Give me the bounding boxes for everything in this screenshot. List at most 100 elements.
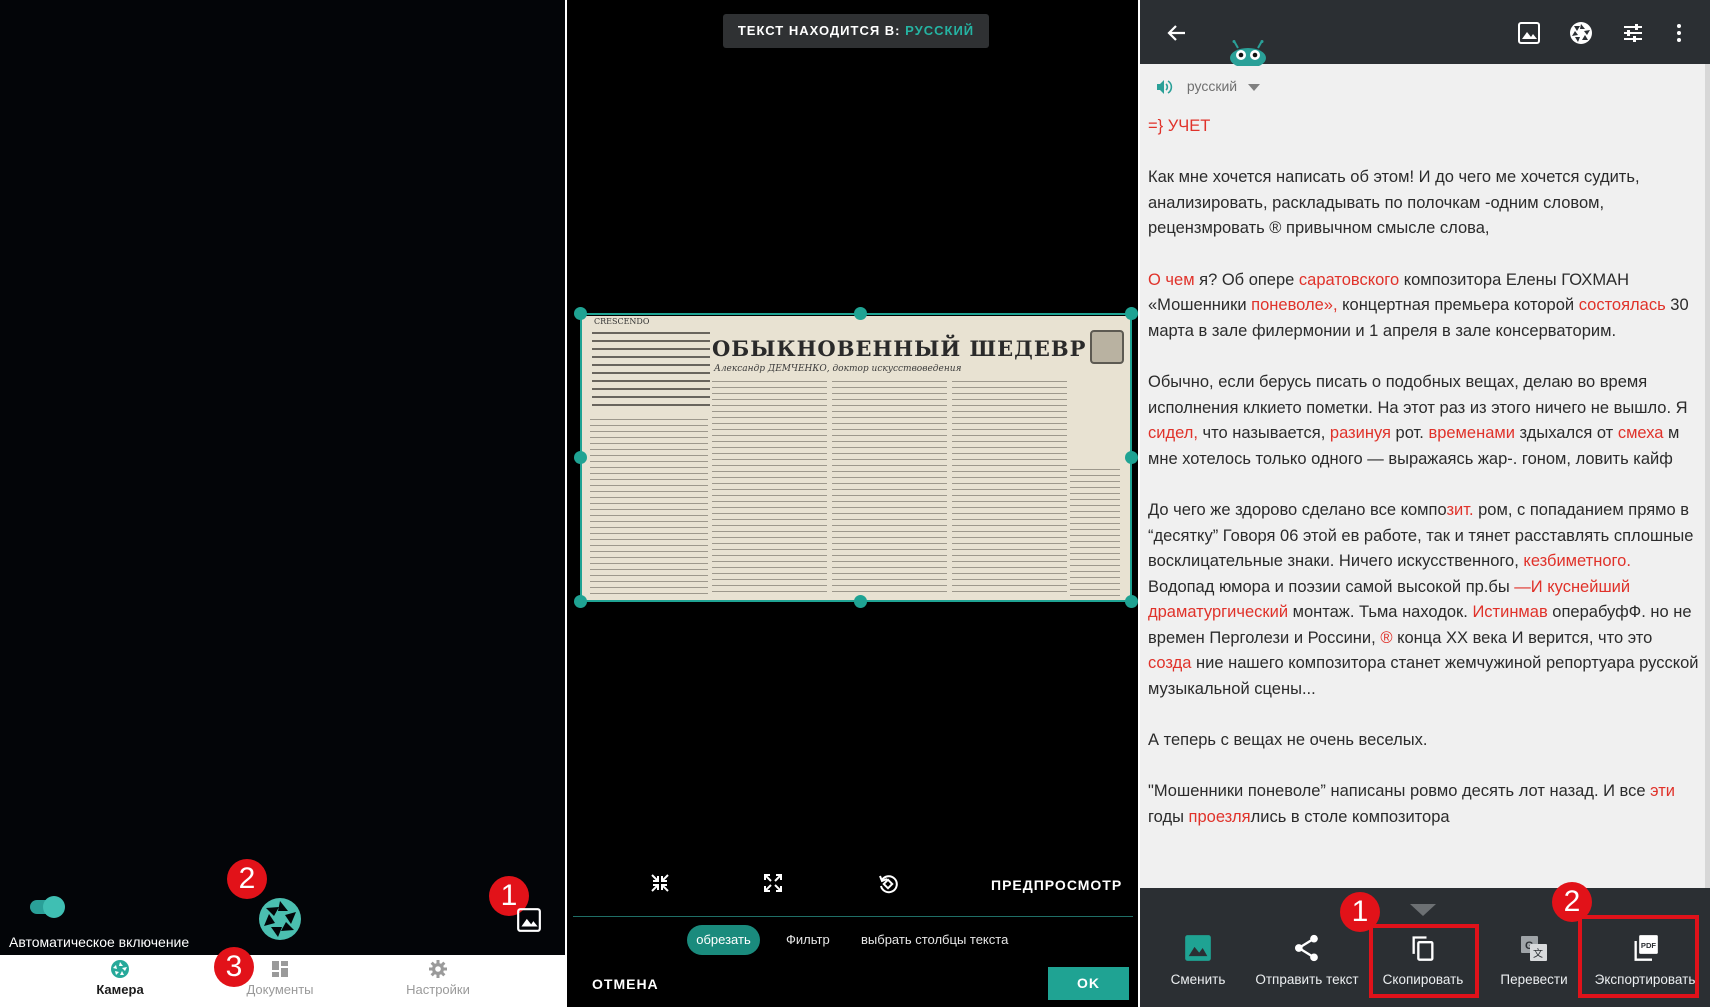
- ocr-paragraph: О чем я? Об опере саратовского композито…: [1148, 268, 1700, 345]
- ocr-uncertain-word: =} УЧЕТ: [1148, 117, 1211, 135]
- crop-handle[interactable]: [854, 595, 867, 608]
- share-icon: [1294, 934, 1318, 962]
- step-badge-copy: 1: [1340, 892, 1380, 932]
- ocr-paragraph: "Мошенники поневоле” написаны ровмо деся…: [1148, 779, 1700, 830]
- more-vert-icon[interactable]: [1667, 21, 1691, 45]
- crop-handle[interactable]: [1125, 595, 1138, 608]
- ocr-text-run: Обычно, если берусь писать о подобных ве…: [1148, 372, 1688, 417]
- ocr-paragraph: Обычно, если берусь писать о подобных ве…: [1148, 370, 1700, 472]
- rotate-icon[interactable]: [877, 873, 899, 895]
- svg-text:文: 文: [1533, 947, 1543, 960]
- ocr-text-run: Как мне хочется написать об этом! И до ч…: [1148, 168, 1640, 238]
- send-text-button[interactable]: Отправить текст: [1248, 934, 1366, 987]
- ocr-uncertain-word: кезбиметного.: [1523, 552, 1631, 571]
- ocr-text-run: До чего же здорово сделано все компо: [1148, 500, 1447, 519]
- ocr-uncertain-word: состоялась: [1578, 296, 1666, 315]
- chevron-down-icon: [1248, 83, 1261, 91]
- crop-handle[interactable]: [574, 595, 587, 608]
- ocr-text-run: Водопад юмора и поэзии самой высокой пр.…: [1148, 577, 1515, 596]
- back-arrow-icon[interactable]: [1165, 21, 1189, 45]
- ocr-text-run: А теперь с вещах не очень веселых.: [1148, 731, 1428, 750]
- cancel-button[interactable]: ОТМЕНА: [592, 976, 659, 992]
- ocr-text-run: лись в столе композитора: [1250, 808, 1450, 827]
- crop-frame[interactable]: [580, 313, 1132, 602]
- ocr-uncertain-word: эти: [1650, 782, 1675, 801]
- nav-camera-label: Камера: [96, 982, 144, 997]
- mascot-icon: [1230, 40, 1266, 66]
- ocr-text-run: рот.: [1390, 424, 1429, 443]
- ocr-paragraph: А теперь с вещах не очень веселых.: [1148, 728, 1700, 754]
- expand-icon[interactable]: [763, 873, 783, 893]
- export-highlight-box: [1578, 915, 1699, 998]
- ok-button[interactable]: OK: [1048, 967, 1129, 1000]
- ocr-uncertain-word: созда: [1148, 654, 1192, 673]
- ocr-uncertain-word: Истинмав: [1472, 603, 1548, 622]
- copy-highlight-box: [1369, 924, 1479, 998]
- divider: [573, 916, 1133, 917]
- language-prefix: ТЕКСТ НАХОДИТСЯ В:: [737, 23, 901, 38]
- ocr-uncertain-word: зит.: [1446, 500, 1474, 519]
- camera-shutter-icon[interactable]: [1569, 21, 1593, 45]
- gear-icon: [429, 960, 447, 978]
- crop-screen: ТЕКСТ НАХОДИТСЯ В: РУССКИЙ CRESCENDO ОБЫ…: [565, 0, 1140, 1007]
- camera-screen: Автоматическое включение 2 1 Камера Доку…: [0, 0, 565, 1007]
- scrollbar[interactable]: [1705, 64, 1710, 888]
- crop-handle[interactable]: [1125, 451, 1138, 464]
- nav-settings[interactable]: Настройки: [378, 959, 498, 997]
- ocr-uncertain-word: проезля: [1188, 808, 1251, 827]
- shutter-button[interactable]: [258, 897, 302, 941]
- result-screen: русский =} УЧЕТ Как мне хочется написать …: [1140, 0, 1710, 1007]
- ocr-uncertain-word: смеха: [1617, 424, 1664, 443]
- auto-capture-label: Автоматическое включение: [9, 934, 190, 950]
- translate-button[interactable]: G 文 Перевести: [1479, 934, 1589, 987]
- ocr-text-run: конца ХХ века И верится, что это: [1392, 628, 1653, 647]
- step-badge-export: 2: [1552, 882, 1592, 922]
- image-icon[interactable]: [1517, 21, 1541, 45]
- tab-filter[interactable]: Фильтр: [786, 925, 830, 955]
- ocr-uncertain-word: сидел,: [1148, 424, 1198, 443]
- bottom-nav: Камера Документы Настройки: [0, 955, 565, 1007]
- preview-button[interactable]: ПРЕДПРОСМОТР: [991, 877, 1122, 893]
- ocr-text-run: годы: [1148, 808, 1189, 827]
- crop-handle[interactable]: [574, 307, 587, 320]
- speaker-icon[interactable]: [1155, 78, 1173, 96]
- camera-icon: [111, 960, 129, 978]
- collapse-arrow-icon[interactable]: [1410, 904, 1436, 916]
- ocr-uncertain-word: саратовского: [1298, 270, 1400, 289]
- gallery-icon[interactable]: [516, 907, 542, 933]
- ocr-text-run: "Мошенники поневоле” написаны ровмо деся…: [1148, 782, 1651, 801]
- ocr-paragraph: =} УЧЕТ: [1148, 114, 1700, 140]
- ocr-text-run: ние нашего композитора станет жемчужиной…: [1148, 654, 1699, 699]
- dashboard-icon: [272, 961, 288, 977]
- step-badge-shutter: 2: [227, 859, 267, 899]
- ocr-uncertain-word: ®: [1380, 628, 1393, 647]
- crop-handle[interactable]: [574, 451, 587, 464]
- step-badge-documents: 3: [214, 947, 254, 987]
- send-text-label: Отправить текст: [1255, 972, 1359, 987]
- shrink-icon[interactable]: [650, 873, 670, 893]
- image-icon: [1185, 935, 1211, 961]
- language-selector[interactable]: русский: [1155, 78, 1261, 96]
- ocr-paragraph: Как мне хочется написать об этом! И до ч…: [1148, 165, 1700, 242]
- ocr-text[interactable]: =} УЧЕТ Как мне хочется написать об этом!…: [1148, 114, 1700, 831]
- auto-capture-toggle[interactable]: [30, 896, 65, 918]
- crop-handle[interactable]: [1125, 307, 1138, 320]
- ocr-result-area[interactable]: русский =} УЧЕТ Как мне хочется написать …: [1140, 64, 1705, 888]
- tab-crop[interactable]: обрезать: [687, 925, 760, 955]
- ocr-uncertain-word: поневоле»,: [1251, 296, 1338, 315]
- ocr-uncertain-word: О чем: [1148, 270, 1195, 289]
- tune-icon[interactable]: [1621, 21, 1645, 45]
- translate-icon: G 文: [1521, 936, 1547, 961]
- toggle-knob: [43, 896, 65, 918]
- change-button[interactable]: Сменить: [1143, 934, 1253, 987]
- tab-select-columns[interactable]: выбрать столбцы текста: [861, 925, 1008, 955]
- nav-camera[interactable]: Камера: [60, 959, 180, 997]
- ocr-text-run: что называется,: [1197, 424, 1330, 443]
- nav-settings-label: Настройки: [406, 982, 470, 997]
- ocr-text-run: я? Об опере: [1194, 270, 1299, 289]
- detected-language-bar[interactable]: ТЕКСТ НАХОДИТСЯ В: РУССКИЙ: [723, 14, 989, 48]
- crop-handle[interactable]: [854, 307, 867, 320]
- language-value: РУССКИЙ: [905, 23, 975, 38]
- ocr-uncertain-word: разинуя: [1329, 424, 1391, 443]
- ocr-paragraph: До чего же здорово сделано все композит.…: [1148, 498, 1700, 703]
